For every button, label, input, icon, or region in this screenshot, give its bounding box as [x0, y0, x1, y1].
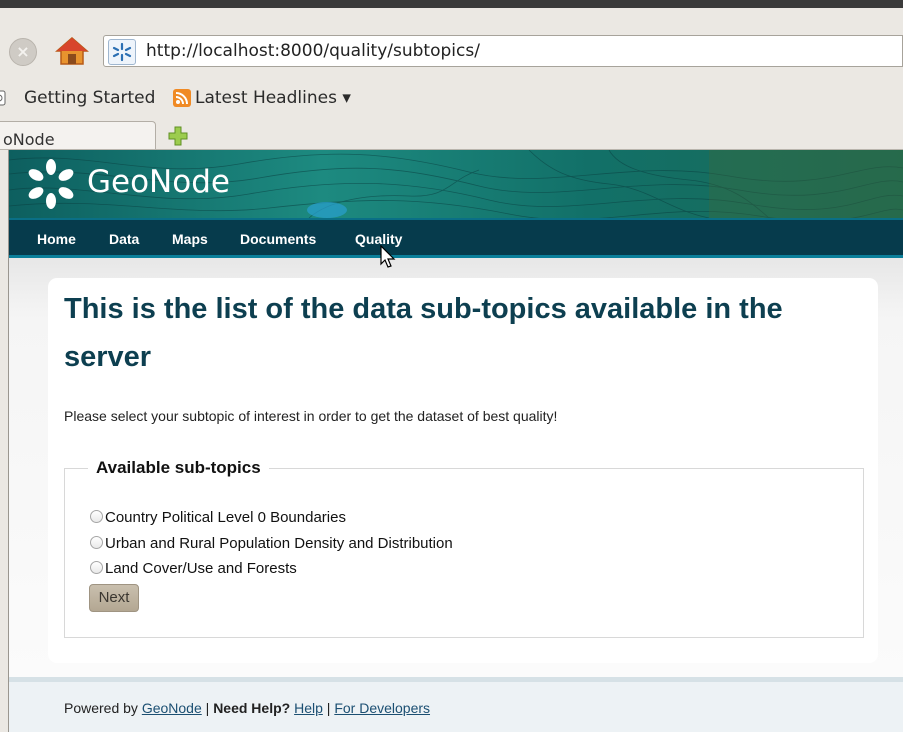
geonode-logo-icon [28, 159, 74, 209]
browser-chrome: × http://localhost:8000/quality/subtopic… [0, 8, 903, 158]
footer-separator: | [201, 700, 214, 716]
window-left-edge [0, 150, 9, 732]
footer-geonode-link[interactable]: GeoNode [142, 700, 202, 716]
page-title-line1: This is the list of the data sub-topics … [64, 293, 783, 325]
page-title-line2: server [64, 341, 152, 373]
site-footer: Powered by GeoNode | Need Help? Help | F… [9, 677, 903, 732]
footer-need-help: Need Help? [213, 700, 291, 716]
new-tab-plus-icon[interactable] [167, 125, 189, 147]
nav-home[interactable]: Home [37, 231, 76, 247]
tab-title: oNode [3, 130, 55, 149]
site-header: GeoNode [9, 150, 903, 218]
url-text[interactable]: http://localhost:8000/quality/subtopics/ [146, 41, 480, 61]
intro-text: Please select your subtopic of interest … [64, 408, 558, 424]
mouse-cursor-icon [380, 245, 396, 268]
subtopics-fieldset [64, 468, 864, 638]
site-favicon-icon [108, 39, 136, 65]
bookmarks-toolbar: Getting Started Latest Headlines ▾ [0, 80, 903, 116]
site-logo-text[interactable]: GeoNode [87, 164, 230, 200]
page-title: This is the list of the data sub-topics … [64, 285, 884, 381]
footer-powered-by: Powered by [64, 700, 142, 716]
rss-icon [173, 89, 191, 107]
nav-data[interactable]: Data [109, 231, 139, 247]
radio-button[interactable] [90, 561, 103, 574]
footer-developers-link[interactable]: For Developers [334, 700, 430, 716]
nav-maps[interactable]: Maps [172, 231, 208, 247]
bookmark-getting-started[interactable]: Getting Started [24, 88, 155, 108]
main-nav: Home Data Maps Documents Quality [9, 218, 903, 258]
subtopic-label[interactable]: Land Cover/Use and Forests [105, 560, 297, 577]
footer-separator: | [322, 700, 335, 716]
footer-help-link[interactable]: Help [294, 700, 323, 716]
bookmark-icon [0, 90, 6, 106]
subtopic-label[interactable]: Urban and Rural Population Density and D… [105, 535, 453, 552]
nav-documents[interactable]: Documents [240, 231, 316, 247]
footer-text: Powered by GeoNode | Need Help? Help | F… [64, 700, 430, 716]
subtopics-legend: Available sub-topics [88, 458, 269, 478]
radio-button[interactable] [90, 510, 103, 523]
url-bar[interactable]: http://localhost:8000/quality/subtopics/ [103, 35, 903, 67]
window-top-border [0, 0, 903, 8]
next-button[interactable]: Next [89, 584, 139, 612]
stop-icon[interactable]: × [9, 38, 37, 66]
radio-button[interactable] [90, 536, 103, 549]
bookmark-latest-headlines[interactable]: Latest Headlines ▾ [195, 88, 351, 108]
subtopic-label[interactable]: Country Political Level 0 Boundaries [105, 509, 346, 526]
home-icon[interactable] [55, 36, 89, 66]
